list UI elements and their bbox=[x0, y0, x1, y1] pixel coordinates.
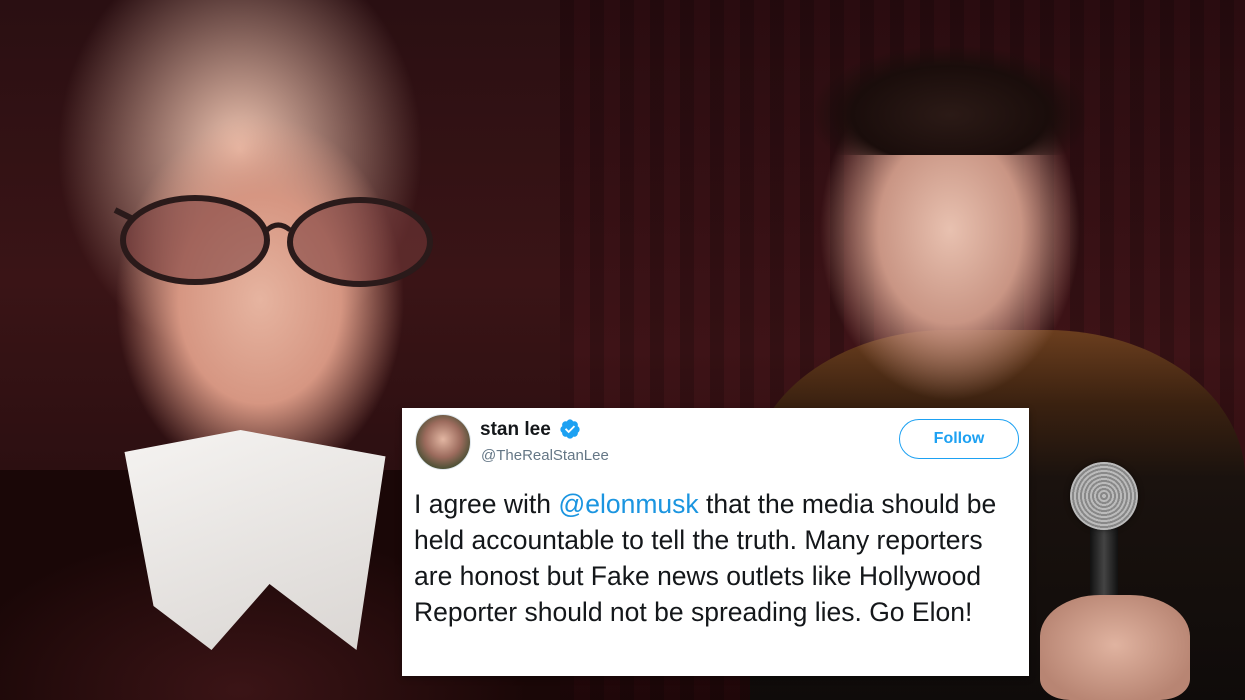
tweet-text-before: I agree with bbox=[414, 489, 559, 519]
author-handle[interactable]: @TheRealStanLee bbox=[481, 447, 609, 464]
verified-badge-icon bbox=[560, 419, 580, 439]
tweet-text: I agree with @elonmusk that the media sh… bbox=[414, 486, 1024, 630]
hair bbox=[815, 35, 1085, 155]
glasses-icon bbox=[113, 195, 433, 287]
microphone-icon bbox=[1070, 462, 1138, 530]
tweet-card: stan lee @TheRealStanLee Follow I agree … bbox=[402, 408, 1029, 676]
hand bbox=[1040, 595, 1190, 700]
avatar[interactable] bbox=[415, 414, 471, 470]
follow-button[interactable]: Follow bbox=[899, 419, 1019, 459]
author-name[interactable]: stan lee bbox=[480, 419, 551, 441]
mention-link[interactable]: @elonmusk bbox=[558, 489, 698, 519]
